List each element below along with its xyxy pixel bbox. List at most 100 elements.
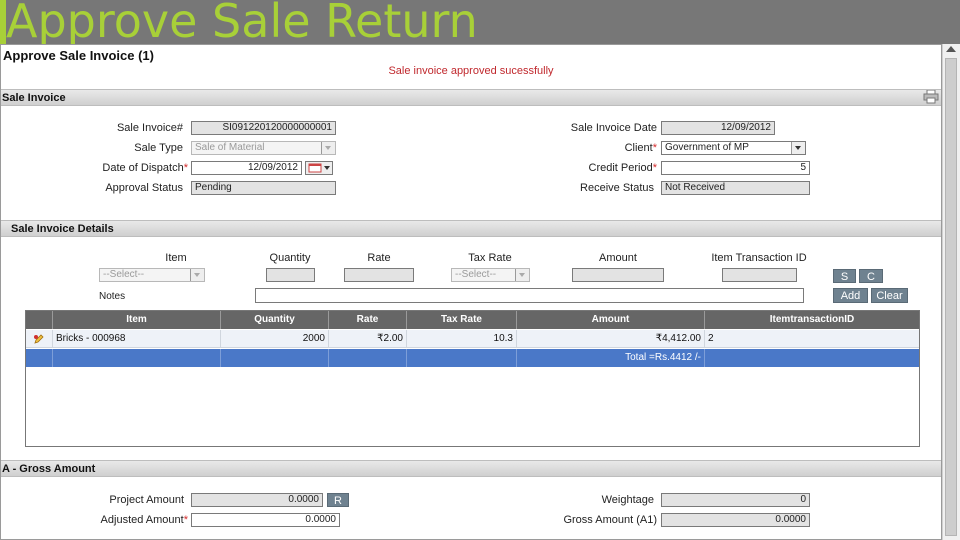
credit-period-label-text: Credit Period bbox=[588, 162, 653, 174]
grid-total-row: Total =Rs.4412 /- bbox=[26, 349, 919, 367]
page-title: Approve Sale Invoice (1) bbox=[3, 48, 154, 63]
chevron-down-icon bbox=[190, 269, 204, 281]
approval-status-field: Pending bbox=[191, 181, 336, 195]
amount-column-label: Amount bbox=[599, 252, 637, 264]
weightage-field: 0 bbox=[661, 493, 810, 507]
grid-header-amount[interactable]: Amount bbox=[517, 311, 705, 329]
amount-input[interactable] bbox=[572, 268, 664, 282]
scroll-thumb[interactable] bbox=[945, 58, 957, 536]
credit-period-label: Credit Period* bbox=[521, 162, 657, 174]
chevron-down-icon bbox=[321, 142, 335, 154]
client-label-text: Client bbox=[624, 142, 653, 154]
clear-button[interactable]: Clear bbox=[871, 288, 908, 303]
rate-input[interactable] bbox=[344, 268, 414, 282]
tax-rate-column-label: Tax Rate bbox=[468, 252, 512, 264]
table-row[interactable]: Bricks - 000968 2000 ₹2.00 10.3 ₹4,412.0… bbox=[26, 330, 919, 348]
date-of-dispatch-input[interactable]: 12/09/2012 bbox=[191, 161, 302, 175]
scroll-up-icon[interactable] bbox=[946, 46, 956, 52]
chevron-down-icon bbox=[515, 269, 529, 281]
receive-status-field: Not Received bbox=[661, 181, 810, 195]
project-amount-field: 0.0000 bbox=[191, 493, 323, 507]
total-amount: Total =Rs.4412 /- bbox=[517, 349, 705, 367]
weightage-label: Weightage bbox=[601, 494, 654, 506]
client-label: Client* bbox=[521, 142, 657, 154]
cell-tax-rate: 10.3 bbox=[407, 330, 517, 348]
c-button[interactable]: C bbox=[859, 269, 883, 283]
gross-amount-label: Gross Amount (A1) bbox=[563, 514, 657, 526]
calendar-button[interactable] bbox=[305, 161, 333, 175]
section-title: Sale Invoice Details bbox=[11, 223, 114, 235]
section-title: Sale Invoice bbox=[2, 92, 66, 104]
required-mark: * bbox=[183, 514, 188, 526]
date-of-dispatch-label-text: Date of Dispatch bbox=[102, 162, 184, 174]
s-button[interactable]: S bbox=[833, 269, 856, 283]
cell-item: Bricks - 000968 bbox=[53, 330, 221, 348]
notes-input[interactable] bbox=[255, 288, 804, 303]
project-amount-label: Project Amount bbox=[109, 494, 184, 506]
date-of-dispatch-label: Date of Dispatch* bbox=[41, 162, 188, 174]
item-transaction-id-column-label: Item Transaction ID bbox=[711, 252, 807, 264]
grid-header-row: Item Quantity Rate Tax Rate Amount Itemt… bbox=[26, 311, 919, 329]
edit-icon[interactable] bbox=[33, 333, 45, 345]
tax-rate-select-value: --Select-- bbox=[455, 269, 497, 280]
item-column-label: Item bbox=[165, 252, 187, 264]
required-mark: * bbox=[652, 142, 657, 154]
grid-header-quantity[interactable]: Quantity bbox=[221, 311, 329, 329]
calendar-icon bbox=[308, 163, 330, 173]
client-value: Government of MP bbox=[665, 142, 749, 153]
approval-status-label: Approval Status bbox=[105, 182, 183, 194]
adjusted-amount-label: Adjusted Amount* bbox=[41, 514, 188, 526]
page-content: Approve Sale Invoice (1) Sale invoice ap… bbox=[0, 44, 942, 540]
total-cell-blank bbox=[407, 349, 517, 367]
quantity-column-label: Quantity bbox=[269, 252, 311, 264]
section-sale-invoice-details: Sale Invoice Details bbox=[1, 220, 941, 237]
receive-status-label: Receive Status bbox=[580, 182, 654, 194]
vertical-scrollbar[interactable] bbox=[942, 44, 960, 540]
section-sale-invoice: Sale Invoice bbox=[1, 89, 941, 106]
item-transaction-id-input[interactable] bbox=[722, 268, 797, 282]
notes-label: Notes bbox=[99, 291, 126, 302]
grid-header-item[interactable]: Item bbox=[53, 311, 221, 329]
required-mark: * bbox=[183, 162, 188, 174]
sale-invoice-date-label: Sale Invoice Date bbox=[570, 122, 657, 134]
cell-item-transaction-id: 2 bbox=[708, 333, 714, 344]
total-cell-blank bbox=[705, 349, 919, 367]
add-button[interactable]: Add bbox=[833, 288, 868, 303]
success-message: Sale invoice approved sucessfully bbox=[388, 65, 554, 77]
adjusted-amount-input[interactable]: 0.0000 bbox=[191, 513, 340, 527]
quantity-input[interactable] bbox=[266, 268, 315, 282]
section-gross-amount: A - Gross Amount bbox=[1, 460, 941, 477]
section-title: A - Gross Amount bbox=[2, 463, 96, 475]
total-cell-blank bbox=[26, 349, 53, 367]
row-edit-cell[interactable] bbox=[26, 330, 53, 348]
item-select[interactable]: --Select-- bbox=[99, 268, 205, 282]
sale-type-label: Sale Type bbox=[134, 142, 183, 154]
credit-period-input[interactable]: 5 bbox=[661, 161, 810, 175]
total-cell-blank bbox=[221, 349, 329, 367]
cell-quantity: 2000 bbox=[221, 330, 329, 348]
banner-title: Approve Sale Return bbox=[6, 0, 478, 48]
grid-header-tax-rate[interactable]: Tax Rate bbox=[407, 311, 517, 329]
client-select[interactable]: Government of MP bbox=[661, 141, 806, 155]
total-cell-blank bbox=[329, 349, 407, 367]
print-icon[interactable] bbox=[923, 90, 939, 104]
required-mark: * bbox=[652, 162, 657, 174]
sale-type-value: Sale of Material bbox=[195, 142, 265, 153]
gross-amount-field: 0.0000 bbox=[661, 513, 810, 527]
sale-invoice-date-field: 12/09/2012 bbox=[661, 121, 775, 135]
rate-column-label: Rate bbox=[367, 252, 391, 264]
item-select-value: --Select-- bbox=[103, 269, 145, 280]
cell-rate: ₹2.00 bbox=[329, 330, 407, 348]
r-button[interactable]: R bbox=[327, 493, 349, 507]
grid-header-rate[interactable]: Rate bbox=[329, 311, 407, 329]
tax-rate-select[interactable]: --Select-- bbox=[451, 268, 530, 282]
sale-invoice-no-field: SI091220120000000001 bbox=[191, 121, 336, 135]
invoice-details-grid: Item Quantity Rate Tax Rate Amount Itemt… bbox=[25, 310, 920, 447]
chevron-down-icon[interactable] bbox=[791, 142, 805, 154]
cell-amount: ₹4,412.00 bbox=[517, 330, 705, 348]
sale-type-select: Sale of Material bbox=[191, 141, 336, 155]
grid-header-item-transaction-id[interactable]: ItemtransactionID bbox=[705, 311, 919, 329]
grid-header-blank bbox=[26, 311, 53, 329]
total-cell-blank bbox=[53, 349, 221, 367]
slide-banner: Approve Sale Return bbox=[0, 0, 960, 48]
